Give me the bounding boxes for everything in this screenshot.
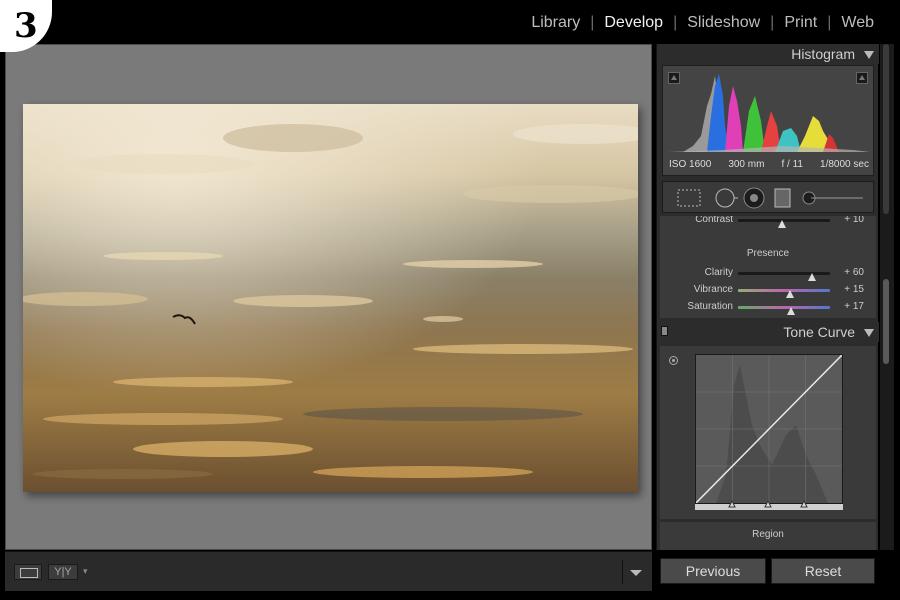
tone-curve-header[interactable]: Tone Curve — [657, 322, 879, 342]
clarity-label: Clarity — [704, 267, 733, 278]
spot-removal-icon — [715, 188, 735, 208]
before-after-button[interactable]: Y|Y — [48, 564, 78, 580]
crop-tool-icon — [677, 189, 701, 207]
module-separator: | — [673, 14, 678, 31]
image-viewer — [5, 44, 652, 550]
contrast-label: Contrast — [695, 216, 733, 225]
saturation-value[interactable]: + 17 — [844, 301, 864, 312]
saturation-slider[interactable]: Saturation + 17 — [660, 300, 876, 316]
target-adjustment-icon[interactable] — [669, 356, 678, 365]
histogram-header[interactable]: Histogram — [657, 44, 879, 64]
tone-curve-graph[interactable] — [695, 354, 843, 504]
shadows-split-handle — [728, 499, 736, 508]
module-slideshow[interactable]: Slideshow — [687, 14, 760, 32]
histogram-box: ISO 1600 300 mm f / 11 1/8000 sec — [662, 65, 874, 176]
aperture-value: f / 11 — [781, 159, 803, 170]
previous-button[interactable]: Previous — [660, 558, 766, 584]
focal-length-value: 300 mm — [728, 159, 765, 170]
clarity-thumb[interactable] — [807, 273, 816, 281]
vibrance-slider[interactable]: Vibrance + 15 — [660, 283, 876, 299]
photo-preview[interactable] — [23, 104, 638, 492]
module-print[interactable]: Print — [784, 14, 817, 32]
midtones-split-handle — [764, 499, 772, 508]
module-separator: | — [827, 14, 832, 31]
module-web[interactable]: Web — [841, 14, 874, 32]
exif-info: ISO 1600 300 mm f / 11 1/8000 sec — [663, 159, 875, 170]
collapse-triangle-icon[interactable] — [864, 51, 874, 59]
module-separator: | — [590, 14, 595, 31]
module-separator: | — [770, 14, 775, 31]
region-panel: Region — [660, 522, 876, 550]
module-library[interactable]: Library — [531, 14, 580, 32]
right-panel: Histogram ISO 1600 300 mm f / 11 1/8000 … — [656, 44, 879, 550]
panel-switch-icon[interactable] — [661, 326, 668, 336]
scroll-track[interactable] — [883, 44, 889, 214]
contrast-track[interactable] — [738, 219, 830, 228]
contrast-value[interactable]: + 10 — [844, 216, 864, 225]
vibrance-thumb[interactable] — [786, 290, 795, 298]
histogram-graph — [668, 74, 870, 152]
tone-curve-split-bar — [695, 499, 843, 510]
vibrance-label: Vibrance — [693, 284, 733, 295]
contrast-thumb[interactable] — [778, 220, 787, 228]
tone-curve-panel — [660, 346, 876, 519]
presence-title: Presence — [746, 248, 790, 259]
vibrance-track[interactable] — [738, 289, 830, 298]
contrast-slider[interactable]: Contrast + 10 — [660, 216, 876, 229]
top-bar: 3 Library | Develop | Slideshow | Print … — [0, 0, 900, 52]
right-panel-scrollbar[interactable] — [880, 44, 894, 550]
collapse-triangle-icon[interactable] — [864, 329, 874, 337]
shutter-value: 1/8000 sec — [820, 159, 869, 170]
tool-strip — [662, 181, 874, 213]
histogram-title: Histogram — [791, 46, 855, 62]
before-after-dropdown-icon[interactable]: ▾ — [83, 567, 88, 577]
step-number: 3 — [14, 6, 38, 46]
reset-button[interactable]: Reset — [771, 558, 875, 584]
clarity-value[interactable]: + 60 — [844, 267, 864, 278]
clarity-track[interactable] — [738, 272, 830, 281]
scroll-thumb[interactable] — [883, 279, 889, 364]
graduated-filter-icon — [774, 188, 791, 208]
iso-value: ISO 1600 — [669, 159, 712, 170]
panel-buttons: Previous Reset — [656, 556, 878, 586]
module-develop[interactable]: Develop — [604, 14, 663, 32]
highlights-split-handle — [800, 499, 808, 508]
saturation-label: Saturation — [687, 301, 733, 312]
bottom-toolbar: Y|Y ▾ — [5, 551, 652, 591]
vibrance-value[interactable]: + 15 — [844, 284, 864, 295]
clarity-slider[interactable]: Clarity + 60 — [660, 266, 876, 282]
toolbar-options-dropdown[interactable] — [622, 560, 646, 584]
module-picker: Library | Develop | Slideshow | Print | … — [531, 14, 874, 32]
saturation-thumb[interactable] — [787, 307, 796, 315]
region-title: Region — [752, 529, 784, 540]
tone-curve-title: Tone Curve — [783, 324, 855, 340]
loupe-view-button[interactable] — [14, 564, 42, 580]
saturation-track[interactable] — [738, 306, 830, 315]
basic-panel: Contrast + 10 Presence Clarity + 60 Vibr… — [660, 216, 876, 318]
